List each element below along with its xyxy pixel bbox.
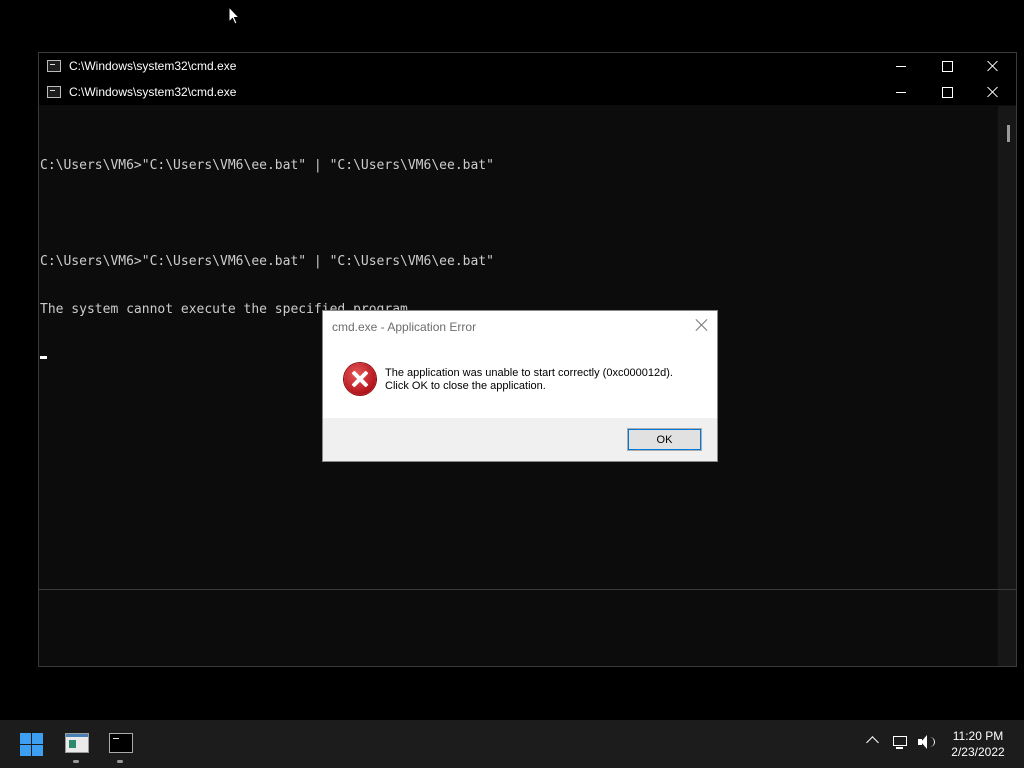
dialog-message-line: Click OK to close the application. bbox=[385, 380, 546, 392]
window-title: C:\Windows\system32\cmd.exe bbox=[69, 85, 237, 99]
close-icon bbox=[987, 60, 999, 72]
application-error-dialog[interactable]: cmd.exe - Application Error The applicat… bbox=[322, 310, 718, 462]
scrollbar[interactable] bbox=[998, 106, 1016, 589]
running-indicator bbox=[117, 760, 123, 763]
maximize-icon bbox=[941, 86, 953, 98]
maximize-button[interactable] bbox=[924, 53, 970, 79]
dialog-message: The application was unable to start corr… bbox=[385, 367, 673, 393]
network-icon[interactable] bbox=[893, 736, 907, 749]
dialog-title: cmd.exe - Application Error bbox=[332, 320, 477, 334]
ok-button[interactable]: OK bbox=[627, 428, 702, 451]
maximize-button[interactable] bbox=[924, 79, 970, 105]
maximize-icon bbox=[941, 60, 953, 72]
console-line: C:\Users\VM6>"C:\Users\VM6\ee.bat" | "C:… bbox=[40, 158, 494, 173]
taskbar: 11:20 PM 2/23/2022 bbox=[0, 720, 1024, 768]
taskbar-app-notepad[interactable] bbox=[54, 720, 98, 768]
notepad-icon bbox=[65, 733, 89, 753]
clock[interactable]: 11:20 PM 2/23/2022 bbox=[945, 728, 1011, 760]
clock-time: 11:20 PM bbox=[952, 729, 1004, 743]
error-icon bbox=[344, 363, 376, 395]
windows-start-icon bbox=[20, 733, 44, 757]
text-cursor bbox=[40, 356, 47, 359]
minimize-button[interactable] bbox=[878, 53, 924, 79]
dialog-message-line: The application was unable to start corr… bbox=[385, 367, 673, 379]
dialog-footer: OK bbox=[323, 418, 717, 461]
close-icon bbox=[987, 86, 999, 98]
volume-icon[interactable] bbox=[918, 734, 936, 750]
taskbar-app-cmd[interactable] bbox=[98, 720, 142, 768]
window-title: C:\Windows\system32\cmd.exe bbox=[69, 59, 237, 73]
chevron-up-icon[interactable] bbox=[866, 736, 879, 749]
close-button[interactable] bbox=[970, 79, 1016, 105]
title-bar[interactable]: C:\Windows\system32\cmd.exe bbox=[39, 53, 1016, 79]
mouse-cursor-icon bbox=[228, 6, 240, 25]
close-button[interactable] bbox=[970, 53, 1016, 79]
minimize-button[interactable] bbox=[878, 79, 924, 105]
cmd-app-icon bbox=[47, 60, 61, 72]
cmd-app-icon bbox=[47, 86, 61, 98]
running-indicator bbox=[73, 760, 79, 763]
start-button[interactable] bbox=[10, 720, 54, 768]
dialog-close-icon[interactable] bbox=[695, 318, 709, 332]
scrollbar-thumb[interactable] bbox=[1007, 125, 1010, 142]
clock-date: 2/23/2022 bbox=[951, 745, 1005, 759]
cmd-icon bbox=[109, 733, 133, 753]
minimize-icon bbox=[896, 65, 906, 67]
title-bar[interactable]: C:\Windows\system32\cmd.exe bbox=[39, 79, 1016, 105]
minimize-icon bbox=[896, 91, 906, 93]
console-line: C:\Users\VM6>"C:\Users\VM6\ee.bat" | "C:… bbox=[40, 254, 494, 269]
